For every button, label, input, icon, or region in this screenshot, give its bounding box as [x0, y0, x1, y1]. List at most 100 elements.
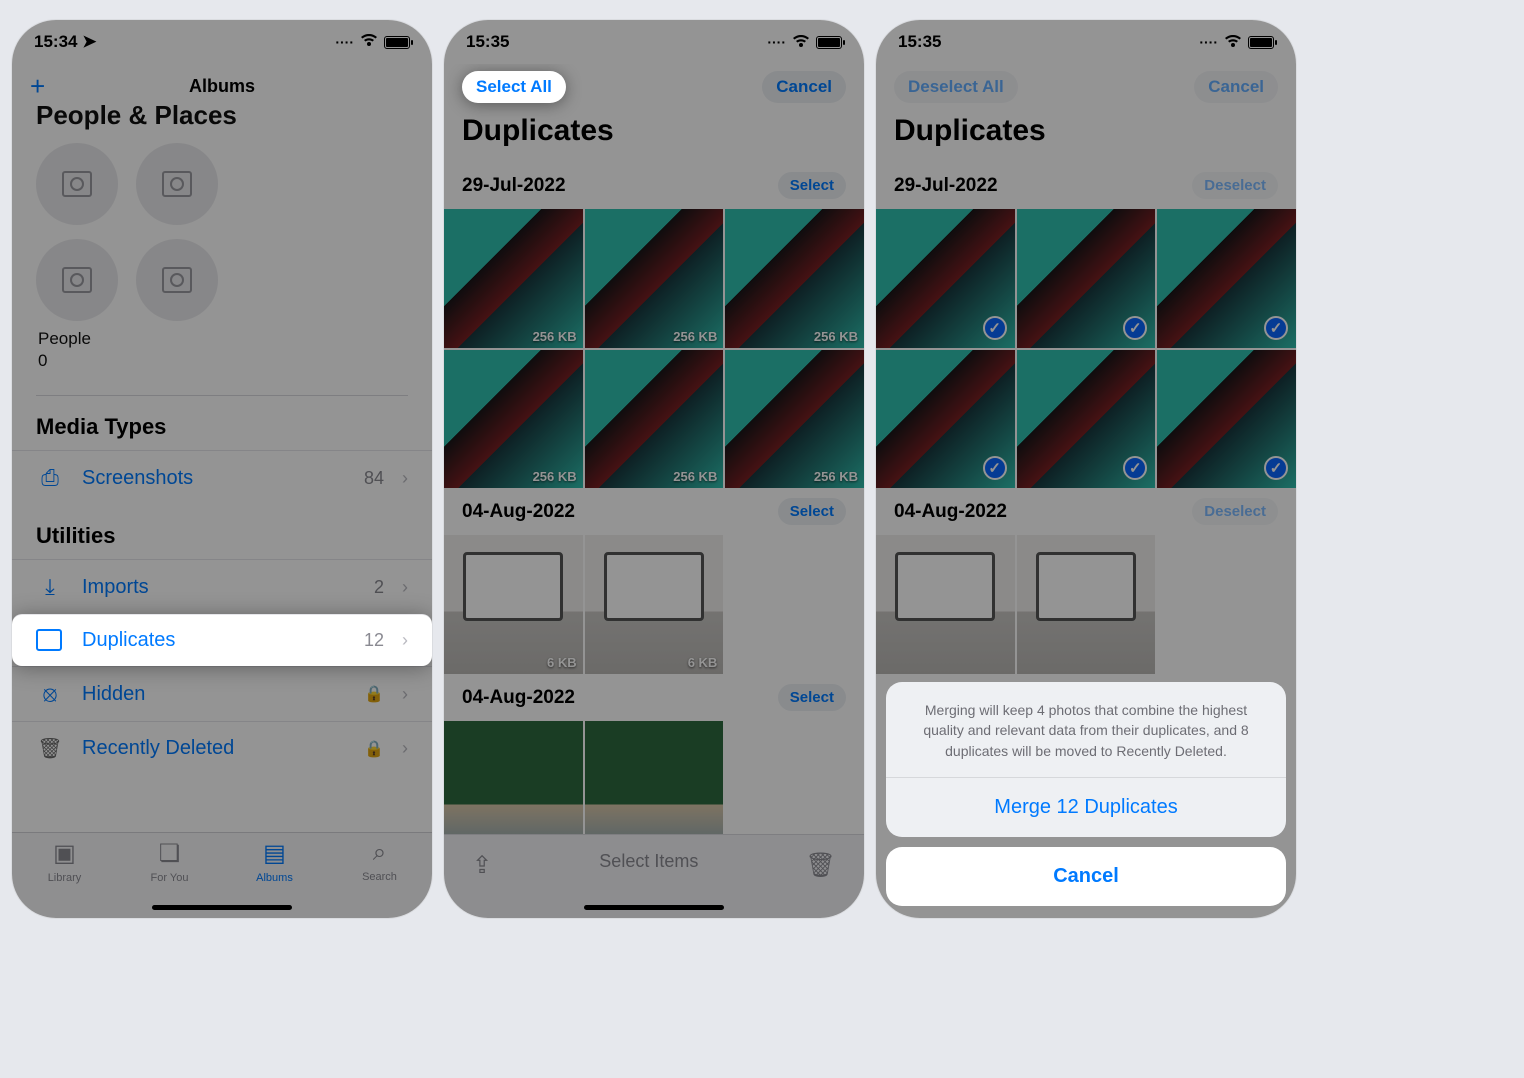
nav-bar: + Albums	[12, 64, 432, 108]
home-indicator[interactable]	[584, 905, 724, 910]
chevron-right-icon: ›	[402, 684, 408, 705]
row-count: 2	[374, 577, 384, 598]
deselect-group-button[interactable]: Deselect	[1192, 172, 1278, 199]
people-count: 0	[12, 351, 432, 385]
photo-thumb-selected[interactable]: ✓	[876, 209, 1015, 348]
screenshot-duplicates-select: 15:35 ···· Select All Cancel Duplicates …	[444, 20, 864, 918]
group-date: 29-Jul-2022	[462, 175, 566, 197]
photo-thumb-selected[interactable]	[1017, 535, 1156, 674]
chevron-right-icon: ›	[402, 468, 408, 489]
photo-thumb[interactable]: 256 KB	[725, 350, 864, 489]
page-title: Duplicates	[444, 110, 864, 162]
row-label: Hidden	[82, 683, 145, 706]
cancel-button[interactable]: Cancel	[762, 71, 846, 103]
photo-thumb[interactable]: 256 KB	[444, 209, 583, 348]
people-thumb-2[interactable]	[136, 143, 218, 225]
wifi-icon	[792, 35, 810, 49]
check-icon: ✓	[983, 316, 1007, 340]
check-icon: ✓	[1264, 456, 1288, 480]
cellular-icon: ····	[1199, 34, 1218, 50]
check-icon: ✓	[1123, 456, 1147, 480]
trash-icon	[36, 736, 64, 761]
cellular-icon: ····	[767, 34, 786, 50]
select-group-button[interactable]: Select	[778, 498, 846, 525]
check-icon: ✓	[1264, 316, 1288, 340]
trash-icon[interactable]: 🗑	[806, 851, 836, 880]
row-label: Recently Deleted	[82, 737, 234, 760]
photo-thumb-selected[interactable]	[876, 535, 1015, 674]
add-button[interactable]: +	[30, 71, 45, 102]
section-utilities: Utilities	[12, 505, 432, 559]
row-duplicates[interactable]: Duplicates 12 ›	[12, 614, 432, 666]
photo-thumb[interactable]: 6 KB	[444, 535, 583, 674]
photo-thumb-selected[interactable]: ✓	[1017, 350, 1156, 489]
action-sheet: Merging will keep 4 photos that combine …	[886, 682, 1286, 906]
location-icon: ➤	[82, 32, 96, 51]
row-label: Imports	[82, 576, 149, 599]
deselect-group-button[interactable]: Deselect	[1192, 498, 1278, 525]
row-hidden[interactable]: Hidden 🔒 ›	[12, 666, 432, 721]
screenshot-albums: 15:34 ➤ ···· + Albums People & Places	[12, 20, 432, 918]
photo-thumb[interactable]: 6 KB	[585, 535, 724, 674]
toolbar-hint: Select Items	[599, 851, 698, 872]
status-bar: 15:35 ····	[876, 20, 1296, 64]
photo-thumb[interactable]: 256 KB	[585, 209, 724, 348]
import-icon	[36, 574, 64, 600]
people-thumb-4[interactable]	[136, 239, 218, 321]
check-icon: ✓	[1123, 316, 1147, 340]
photo-thumb-selected[interactable]: ✓	[1157, 209, 1296, 348]
select-group-button[interactable]: Select	[778, 684, 846, 711]
photo-thumb[interactable]: 256 KB	[444, 350, 583, 489]
group-header-1: 29-Jul-2022 Deselect	[876, 162, 1296, 209]
select-group-button[interactable]: Select	[778, 172, 846, 199]
cancel-button[interactable]: Cancel	[1194, 71, 1278, 103]
group-header-2: 04-Aug-2022 Deselect	[876, 488, 1296, 535]
status-time: 15:35	[466, 32, 509, 52]
people-thumb-1[interactable]	[36, 143, 118, 225]
status-bar: 15:35 ····	[444, 20, 864, 64]
tab-library[interactable]: ▣Library	[12, 839, 117, 918]
merge-duplicates-button[interactable]: Merge 12 Duplicates	[886, 777, 1286, 837]
row-label: Screenshots	[82, 467, 193, 490]
select-all-button[interactable]: Select All	[462, 71, 566, 103]
nav-title: Albums	[189, 76, 255, 97]
screenshot-duplicates-merge-sheet: 15:35 ···· Deselect All Cancel Duplicate…	[876, 20, 1296, 918]
row-screenshots[interactable]: Screenshots 84 ›	[12, 450, 432, 505]
group-date: 04-Aug-2022	[462, 687, 575, 709]
group-header-1: 29-Jul-2022 Select	[444, 162, 864, 209]
group-header-2: 04-Aug-2022 Select	[444, 488, 864, 535]
battery-icon	[1248, 36, 1274, 49]
photo-thumb-selected[interactable]: ✓	[1157, 350, 1296, 489]
group-header-3: 04-Aug-2022 Select	[444, 674, 864, 721]
photo-thumb-selected[interactable]: ✓	[876, 350, 1015, 489]
duplicates-icon	[36, 632, 64, 650]
photo-thumb-selected[interactable]: ✓	[1017, 209, 1156, 348]
group-date: 29-Jul-2022	[894, 175, 998, 197]
sheet-cancel-button[interactable]: Cancel	[886, 847, 1286, 906]
photo-thumb[interactable]: 256 KB	[585, 350, 724, 489]
tab-search[interactable]: ⌕Search	[327, 839, 432, 918]
wifi-icon	[1224, 35, 1242, 49]
people-label: People	[12, 321, 432, 351]
lock-icon: 🔒	[364, 739, 384, 759]
row-count: 12	[364, 630, 384, 651]
status-time: 15:35	[898, 32, 941, 52]
cellular-icon: ····	[335, 34, 354, 50]
deselect-all-button[interactable]: Deselect All	[894, 71, 1018, 103]
chevron-right-icon: ›	[402, 738, 408, 759]
wifi-icon	[360, 34, 378, 51]
share-icon[interactable]: ⇪	[472, 851, 492, 880]
row-count: 84	[364, 468, 384, 489]
sheet-message: Merging will keep 4 photos that combine …	[886, 682, 1286, 777]
people-thumb-3[interactable]	[36, 239, 118, 321]
row-label: Duplicates	[82, 629, 175, 652]
group-date: 04-Aug-2022	[894, 501, 1007, 523]
chevron-right-icon: ›	[402, 630, 408, 651]
photo-thumb[interactable]: 256 KB	[725, 209, 864, 348]
row-recently-deleted[interactable]: Recently Deleted 🔒 ›	[12, 721, 432, 775]
battery-icon	[816, 36, 842, 49]
status-time: 15:34	[34, 32, 77, 51]
home-indicator[interactable]	[152, 905, 292, 910]
screenshot-icon	[36, 465, 64, 491]
row-imports[interactable]: Imports 2 ›	[12, 559, 432, 614]
